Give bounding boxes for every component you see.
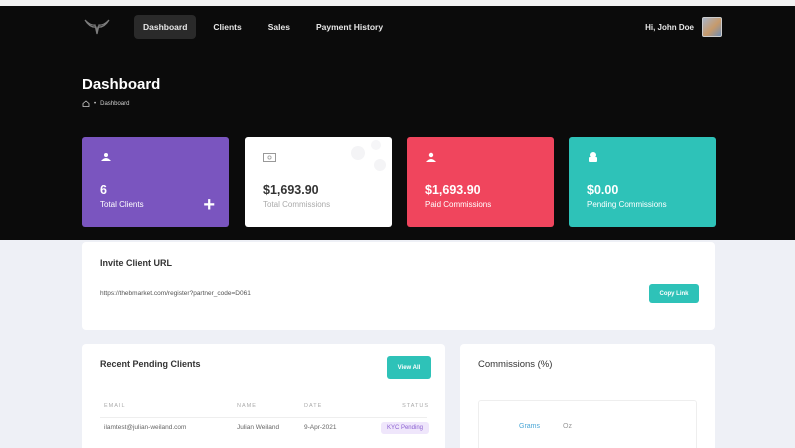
col-email: EMAIL	[104, 403, 126, 409]
decorative-circles	[351, 140, 386, 171]
stat-value: $1,693.90	[425, 183, 481, 197]
page-title: Dashboard	[82, 76, 161, 93]
stat-label: Total Clients	[100, 200, 144, 209]
tab-grams[interactable]: Grams	[519, 423, 540, 430]
stat-total-clients[interactable]: 6 Total Clients +	[82, 137, 229, 227]
users-icon	[100, 149, 211, 165]
commissions-tabs: Grams Oz	[478, 400, 697, 448]
stat-paid-commissions[interactable]: $1,693.90 Paid Commissions	[407, 137, 554, 227]
cell-name: Julian Weiland	[237, 424, 280, 431]
user-greeting[interactable]: Hi, John Doe	[645, 23, 694, 32]
nav-clients[interactable]: Clients	[204, 15, 250, 39]
col-date: DATE	[304, 403, 323, 409]
nav-dashboard[interactable]: Dashboard	[134, 15, 197, 39]
breadcrumb-current: Dashboard	[100, 100, 130, 107]
invite-card: Invite Client URL https://thebmarket.com…	[82, 242, 715, 330]
copy-link-button[interactable]: Copy Link	[649, 284, 699, 303]
stat-total-commissions[interactable]: $1,693.90 Total Commissions	[245, 137, 392, 227]
nav-payment-history[interactable]: Payment History	[307, 15, 392, 39]
bull-logo-icon	[84, 19, 110, 35]
invite-title: Invite Client URL	[100, 258, 173, 268]
cell-date: 9-Apr-2021	[304, 424, 337, 431]
commissions-title: Commissions (%)	[478, 359, 553, 370]
col-name: NAME	[237, 403, 257, 409]
top-nav: Dashboard Clients Sales Payment History …	[82, 14, 722, 40]
pending-title: Recent Pending Clients	[100, 359, 201, 369]
stat-label: Pending Commissions	[587, 200, 667, 209]
stat-label: Total Commissions	[263, 200, 331, 209]
stat-label: Paid Commissions	[425, 200, 492, 209]
divider	[100, 417, 427, 418]
add-client-button[interactable]: +	[203, 195, 215, 215]
nav-sales[interactable]: Sales	[259, 15, 299, 39]
breadcrumb: • Dashboard	[82, 100, 129, 107]
view-all-button[interactable]: View All	[387, 356, 431, 379]
breadcrumb-separator: •	[94, 100, 97, 107]
stat-value: $0.00	[587, 183, 619, 197]
status-badge: KYC Pending	[380, 422, 429, 434]
table-header: EMAIL NAME DATE STATUS	[104, 403, 429, 413]
stat-value: 6	[100, 183, 107, 197]
recent-pending-card: Recent Pending Clients View All EMAIL NA…	[82, 344, 445, 448]
invite-url[interactable]: https://thebmarket.com/register?partner_…	[100, 290, 697, 297]
table-row[interactable]: ilamtest@julian-weiland.com Julian Weila…	[104, 422, 429, 438]
user-check-icon	[425, 149, 536, 165]
home-icon[interactable]	[82, 100, 90, 107]
avatar[interactable]	[702, 17, 722, 37]
col-status: STATUS	[402, 403, 429, 409]
tab-oz[interactable]: Oz	[563, 423, 572, 430]
logo[interactable]	[82, 14, 112, 40]
lock-user-icon	[587, 149, 698, 165]
stat-pending-commissions[interactable]: $0.00 Pending Commissions	[569, 137, 716, 227]
commissions-card: Commissions (%) Grams Oz	[460, 344, 715, 448]
cell-email: ilamtest@julian-weiland.com	[104, 424, 187, 431]
